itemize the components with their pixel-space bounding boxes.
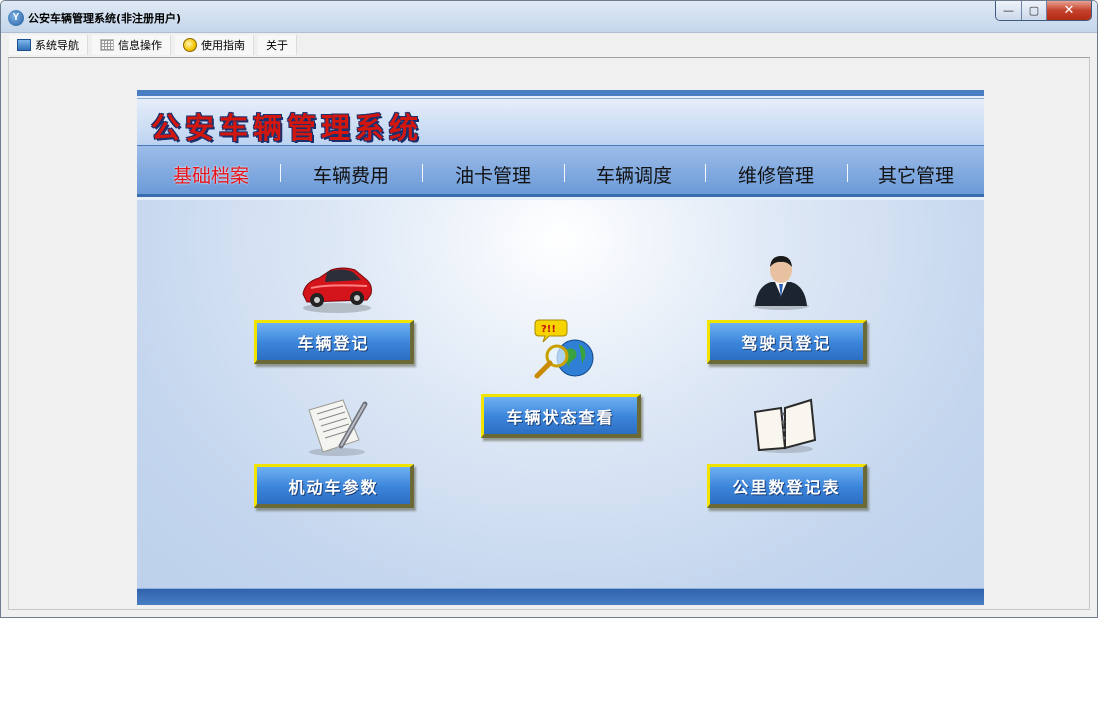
menu-item-user-guide[interactable]: 使用指南 xyxy=(175,35,254,55)
notebook-icon xyxy=(753,398,817,453)
bottom-bar xyxy=(137,588,984,605)
window-controls: — ▢ ✕ xyxy=(995,1,1092,21)
nav-separator xyxy=(705,164,706,182)
tab-basic-archive[interactable]: 基础档案 xyxy=(173,161,249,188)
panel-header: 公安车辆管理系统 xyxy=(137,98,984,145)
mileage-register-button[interactable]: 公里数登记表 xyxy=(707,464,867,508)
module-navbar: 基础档案 车辆费用 油卡管理 车辆调度 维修管理 其它管理 xyxy=(137,145,984,197)
menu-item-label: 信息操作 xyxy=(118,39,162,52)
car-icon xyxy=(302,267,372,313)
content-area: ?!! 车辆登记 驾驶员登记 车辆状态查看 机动车参数 公里数登记表 xyxy=(137,200,984,588)
tab-other-management[interactable]: 其它管理 xyxy=(878,161,954,188)
menu-item-label: 系统导航 xyxy=(35,39,79,52)
tab-vehicle-fees[interactable]: 车辆费用 xyxy=(313,161,389,188)
main-panel: 公安车辆管理系统 基础档案 车辆费用 油卡管理 车辆调度 维修管理 其它管理 ?… xyxy=(137,90,984,605)
nav-separator xyxy=(847,164,848,182)
menu-item-info-ops[interactable]: 信息操作 xyxy=(92,35,171,55)
vehicle-status-button[interactable]: 车辆状态查看 xyxy=(481,394,641,438)
driver-avatar-icon xyxy=(753,256,809,310)
driver-register-button[interactable]: 驾驶员登记 xyxy=(707,320,867,364)
bulb-icon xyxy=(183,38,197,52)
menu-item-label: 关于 xyxy=(266,39,288,52)
tab-fuel-card[interactable]: 油卡管理 xyxy=(455,161,531,188)
close-button[interactable]: ✕ xyxy=(1047,1,1091,20)
tab-maintenance[interactable]: 维修管理 xyxy=(738,161,814,188)
system-title: 公安车辆管理系统 xyxy=(151,111,424,145)
grid-icon xyxy=(100,39,114,51)
top-strip xyxy=(137,90,984,96)
menu-bar: 系统导航 信息操作 使用指南 关于 xyxy=(9,35,301,55)
document-pen-icon xyxy=(308,399,368,456)
menu-item-label: 使用指南 xyxy=(201,39,245,52)
nav-separator xyxy=(280,164,281,182)
app-icon: Y xyxy=(8,10,24,26)
monitor-icon xyxy=(17,39,31,51)
nav-separator xyxy=(422,164,423,182)
title-bar[interactable]: Y 公安车辆管理系统(非注册用户) — ▢ ✕ xyxy=(1,1,1097,33)
menu-item-about[interactable]: 关于 xyxy=(258,35,297,55)
nav-separator xyxy=(564,164,565,182)
vehicle-register-button[interactable]: 车辆登记 xyxy=(254,320,414,364)
svg-text:?!!: ?!! xyxy=(541,324,556,335)
globe-search-icon: ?!! xyxy=(534,319,594,379)
window-title: 公安车辆管理系统(非注册用户) xyxy=(28,12,182,25)
tab-vehicle-dispatch[interactable]: 车辆调度 xyxy=(596,161,672,188)
motor-params-button[interactable]: 机动车参数 xyxy=(254,464,414,508)
maximize-button[interactable]: ▢ xyxy=(1022,1,1047,20)
menu-item-system-nav[interactable]: 系统导航 xyxy=(9,35,88,55)
minimize-button[interactable]: — xyxy=(996,1,1022,20)
